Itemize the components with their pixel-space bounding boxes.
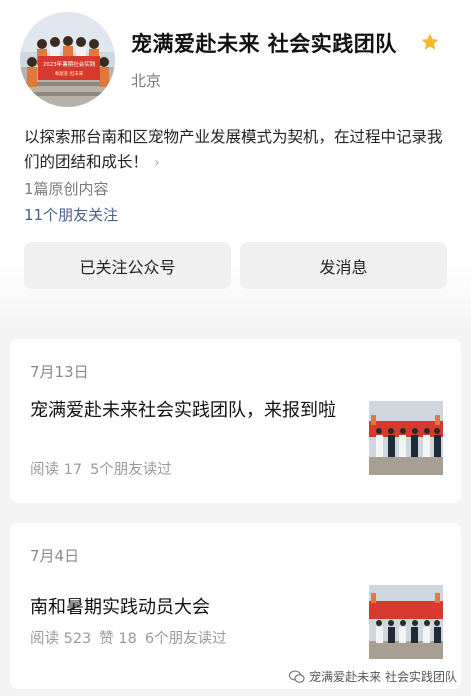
chevron-right-icon: › bbox=[154, 155, 160, 171]
avatar-banner-text: 2023年暑期社会实践 bbox=[43, 60, 96, 68]
account-name: 宠满爱赴未来 社会实践团队 bbox=[131, 32, 397, 56]
friends-follow-link[interactable]: 11个朋友关注 bbox=[24, 204, 118, 225]
wechat-icon bbox=[289, 670, 305, 683]
friends-read: 6个朋友读过 bbox=[144, 631, 227, 647]
send-message-button[interactable]: 发消息 bbox=[240, 242, 447, 289]
article-title[interactable]: 宠满爱赴未来社会实践团队，来报到啦 bbox=[30, 397, 355, 425]
read-count: 阅读 17 bbox=[30, 462, 83, 478]
watermark: 宠满爱赴未来 社会实践团队 bbox=[289, 668, 457, 685]
star-icon[interactable] bbox=[420, 32, 440, 52]
description-text: 以探索邢台南和区宠物产业发展模式为契机，在过程中记录我们的团结和成长！ bbox=[24, 128, 443, 171]
account-description[interactable]: 以探索邢台南和区宠物产业发展模式为契机，在过程中记录我们的团结和成长！ › bbox=[24, 125, 454, 176]
article-card[interactable]: 7月13日 宠满爱赴未来社会实践团队，来报到啦 阅读 17 5个朋友读过 bbox=[10, 339, 461, 503]
like-count: 赞 18 bbox=[99, 631, 137, 647]
watermark-text: 宠满爱赴未来 社会实践团队 bbox=[309, 670, 457, 684]
article-thumbnail[interactable] bbox=[369, 585, 443, 659]
article-date: 7月13日 bbox=[30, 363, 89, 381]
read-count: 阅读 523 bbox=[30, 631, 92, 647]
avatar-banner-subtext: 奉献爱 担未来 bbox=[55, 70, 84, 77]
location: 北京 bbox=[131, 72, 162, 90]
friends-read: 5个朋友读过 bbox=[90, 462, 172, 478]
avatar[interactable]: 2023年暑期社会实践 奉献爱 担未来 bbox=[20, 12, 115, 107]
article-thumbnail[interactable] bbox=[369, 401, 443, 475]
article-date: 7月4日 bbox=[30, 547, 80, 565]
article-card[interactable]: 7月4日 南和暑期实践动员大会 阅读 523 赞 18 6个朋友读过 bbox=[10, 523, 461, 689]
followed-account-button[interactable]: 已关注公众号 bbox=[24, 242, 231, 289]
article-title[interactable]: 南和暑期实践动员大会 bbox=[30, 594, 355, 622]
article-meta: 阅读 523 赞 18 6个朋友读过 bbox=[30, 627, 235, 648]
article-meta: 阅读 17 5个朋友读过 bbox=[30, 458, 180, 479]
original-count: 1篇原创内容 bbox=[24, 180, 109, 198]
